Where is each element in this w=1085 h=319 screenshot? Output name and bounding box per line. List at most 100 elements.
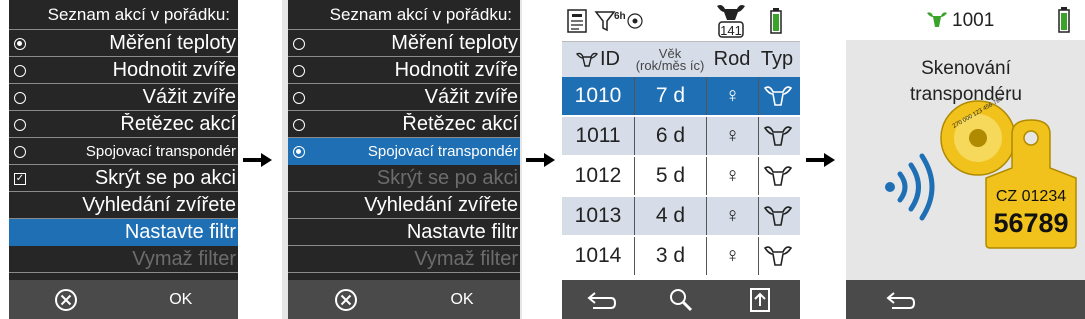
menu-item[interactable]: Nastavte filtr (9, 219, 238, 246)
animal-count: 141 (720, 23, 742, 38)
menu-item[interactable]: Spojovací transpondér (288, 138, 520, 165)
menu-item[interactable]: Hodnotit zvíře (9, 57, 238, 84)
menu-item[interactable]: Řetězec akcí (288, 111, 520, 138)
ok-button[interactable]: OK (404, 280, 520, 319)
menu-item[interactable]: Vyhledání zvířete (288, 192, 520, 219)
header-type[interactable]: Typ (758, 48, 796, 71)
ear-tag-country: CZ 01234 (995, 188, 1067, 205)
menu-item-label: Vymaž filter (132, 247, 236, 270)
menu-item[interactable]: Měření teploty (288, 30, 520, 57)
cell-age: 3 d (634, 237, 706, 275)
footer-bar (562, 280, 800, 319)
menu-item-mark (288, 89, 310, 106)
menu-item[interactable]: ✓ Skrýt se po akci (9, 165, 238, 192)
cow-head-icon (576, 52, 598, 67)
cell-sex: ♀ (706, 197, 758, 235)
header-id[interactable]: ID (562, 48, 634, 71)
arrow-right-icon (243, 153, 272, 167)
table-row[interactable]: 1014 3 d ♀ (562, 237, 800, 277)
menu-item-label: Hodnotit zvíře (112, 58, 236, 81)
table-row[interactable]: 1012 5 d ♀ (562, 157, 800, 197)
menu-item[interactable]: Vymaž filter (288, 246, 520, 273)
cell-id: 1012 (574, 164, 622, 187)
battery-icon (770, 8, 782, 34)
status-bar: 6h 141 (562, 0, 800, 42)
menu-item-label: Vážit zvíře (424, 85, 518, 108)
radio-icon (293, 37, 305, 50)
cell-sex: ♀ (706, 117, 758, 155)
radio-icon (14, 91, 26, 104)
document-icon[interactable] (566, 8, 588, 34)
scan-panel: Skenování transpondéru 270 000 123 456 7… (846, 40, 1085, 280)
table-row[interactable]: 1013 4 d ♀ (562, 197, 800, 237)
radio-icon (14, 145, 26, 158)
menu-item-mark (9, 143, 31, 160)
checkbox-checked-icon: ✓ (14, 172, 26, 185)
header-age[interactable]: Věk (rok/měs íc) (634, 47, 706, 72)
menu-item[interactable]: Spojovací transpondér (9, 138, 238, 165)
screen-transponder-scan: 1001 Skenování transpondéru 270 000 123 … (846, 0, 1085, 319)
menu-item[interactable]: Vážit zvíře (9, 84, 238, 111)
cell-age: 6 d (634, 117, 706, 155)
cancel-button[interactable] (9, 280, 124, 319)
radio-icon (293, 91, 305, 104)
menu-item-label: Nastavte filtr (124, 220, 236, 243)
cell-type (758, 237, 796, 275)
menu-item-mark (288, 116, 310, 133)
battery-icon (1058, 7, 1070, 33)
cow-head-icon (763, 206, 792, 226)
cell-sex: ♀ (706, 77, 758, 115)
filter-icon[interactable] (594, 9, 616, 33)
cell-id: 1010 (574, 84, 622, 107)
menu-item[interactable]: Vážit zvíře (288, 84, 520, 111)
menu-item-label: Hodnotit zvíře (394, 58, 518, 81)
menu-item-mark (288, 35, 310, 52)
back-arrow-icon (886, 291, 916, 309)
filter-badge: 6h (614, 11, 626, 22)
menu-item[interactable]: Řetězec akcí (9, 111, 238, 138)
header-sex[interactable]: Rod (706, 48, 758, 71)
radio-icon (293, 118, 305, 131)
cell-id: 1011 (575, 124, 621, 147)
menu-title: Seznam akcí v pořádku: (9, 0, 238, 30)
animal-id: 1001 (952, 10, 995, 31)
menu-item-mark (288, 143, 310, 160)
search-icon (669, 288, 693, 311)
footer-bar: OK (288, 280, 520, 319)
menu-item-label: Vyhledání zvířete (82, 193, 236, 216)
search-button[interactable] (641, 280, 720, 319)
cell-age: 4 d (634, 197, 706, 235)
cell-id: 1014 (574, 244, 622, 267)
cell-age: 7 d (634, 77, 706, 115)
cell-type (758, 197, 796, 235)
cow-head-icon (763, 246, 792, 266)
menu-item-mark (9, 89, 31, 106)
back-button[interactable] (562, 280, 641, 319)
cancel-icon (55, 288, 78, 311)
cell-id: 1013 (574, 204, 622, 227)
menu-item-label: Řetězec akcí (402, 112, 518, 135)
ok-button[interactable]: OK (124, 280, 239, 319)
cell-type (758, 157, 796, 195)
menu-item-label: Nastavte filtr (406, 220, 518, 243)
menu-item[interactable]: Nastavte filtr (288, 219, 520, 246)
cow-head-icon (763, 166, 792, 186)
table-row[interactable]: 1011 6 d ♀ (562, 117, 800, 157)
menu-item-label: Vymaž filter (414, 247, 518, 270)
back-button[interactable] (846, 280, 956, 319)
menu-item[interactable]: Měření teploty (9, 30, 238, 57)
menu-item[interactable]: Vymaž filter (9, 246, 238, 273)
cancel-button[interactable] (288, 280, 404, 319)
export-button[interactable] (721, 280, 800, 319)
radio-selected-icon (293, 145, 305, 158)
footer-bar: OK (9, 280, 238, 319)
menu-item[interactable]: Skrýt se po akci (288, 165, 520, 192)
menu-item[interactable]: Hodnotit zvíře (288, 57, 520, 84)
cancel-icon (335, 288, 357, 311)
cow-head-icon (763, 126, 792, 146)
table-row[interactable]: 1010 7 d ♀ (562, 77, 800, 117)
back-arrow-icon (587, 291, 616, 309)
menu-item[interactable]: Vyhledání zvířete (9, 192, 238, 219)
radio-icon (14, 64, 26, 77)
radio-icon (293, 64, 305, 77)
